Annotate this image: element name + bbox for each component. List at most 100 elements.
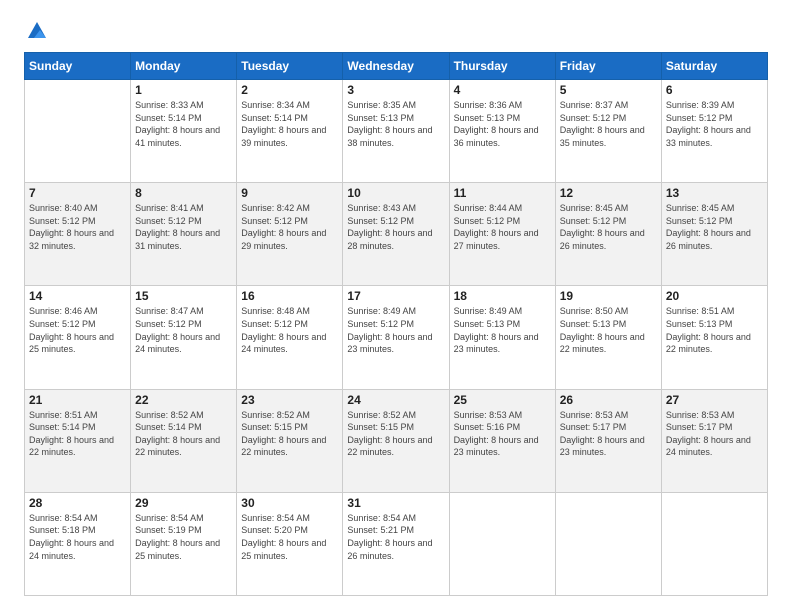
calendar-cell: 1Sunrise: 8:33 AMSunset: 5:14 PMDaylight… (131, 80, 237, 183)
calendar-cell: 30Sunrise: 8:54 AMSunset: 5:20 PMDayligh… (237, 492, 343, 595)
day-number: 16 (241, 289, 338, 303)
weekday-header-sunday: Sunday (25, 53, 131, 80)
day-number: 6 (666, 83, 763, 97)
calendar-cell: 17 Sunrise: 8:49 AMSunset: 5:12 PMDayligh… (343, 286, 449, 389)
logo-icon (26, 20, 48, 42)
calendar-cell: 9Sunrise: 8:42 AMSunset: 5:12 PMDaylight… (237, 183, 343, 286)
calendar-header-row: SundayMondayTuesdayWednesdayThursdayFrid… (25, 53, 768, 80)
calendar-cell: 12Sunrise: 8:45 AMSunset: 5:12 PMDayligh… (555, 183, 661, 286)
calendar-cell: 29 Sunrise: 8:54 AMSunset: 5:19 PMDayligh… (131, 492, 237, 595)
day-info: Sunrise: 8:47 AMSunset: 5:12 PMDaylight:… (135, 305, 232, 355)
logo (24, 20, 48, 42)
calendar-cell: 18 Sunrise: 8:49 AMSunset: 5:13 PMDayligh… (449, 286, 555, 389)
day-number: 4 (454, 83, 551, 97)
day-number: 8 (135, 186, 232, 200)
day-info: Sunrise: 8:43 AMSunset: 5:12 PMDaylight:… (347, 202, 444, 252)
day-info: Sunrise: 8:44 AMSunset: 5:12 PMDaylight:… (454, 202, 551, 252)
calendar-cell: 2 Sunrise: 8:34 AMSunset: 5:14 PMDaylight… (237, 80, 343, 183)
day-number: 10 (347, 186, 444, 200)
day-number: 23 (241, 393, 338, 407)
day-info: Sunrise: 8:53 AMSunset: 5:17 PMDaylight:… (666, 409, 763, 459)
day-info: Sunrise: 8:48 AMSunset: 5:12 PMDaylight:… (241, 305, 338, 355)
weekday-header-tuesday: Tuesday (237, 53, 343, 80)
day-info: Sunrise: 8:51 AMSunset: 5:13 PMDaylight:… (666, 305, 763, 355)
day-info: Sunrise: 8:53 AMSunset: 5:17 PMDaylight:… (560, 409, 657, 459)
day-number: 28 (29, 496, 126, 510)
day-number: 29 (135, 496, 232, 510)
day-info: Sunrise: 8:46 AMSunset: 5:12 PMDaylight:… (29, 305, 126, 355)
calendar-cell: 26 Sunrise: 8:53 AMSunset: 5:17 PMDayligh… (555, 389, 661, 492)
day-info: Sunrise: 8:54 AMSunset: 5:20 PMDaylight:… (241, 512, 338, 562)
day-number: 21 (29, 393, 126, 407)
calendar-cell: 22Sunrise: 8:52 AMSunset: 5:14 PMDayligh… (131, 389, 237, 492)
day-number: 17 (347, 289, 444, 303)
day-info: Sunrise: 8:39 AMSunset: 5:12 PMDaylight:… (666, 99, 763, 149)
day-number: 18 (454, 289, 551, 303)
calendar-cell (25, 80, 131, 183)
weekday-header-saturday: Saturday (661, 53, 767, 80)
calendar-cell: 13 Sunrise: 8:45 AMSunset: 5:12 PMDayligh… (661, 183, 767, 286)
day-number: 31 (347, 496, 444, 510)
day-number: 15 (135, 289, 232, 303)
calendar-cell: 6 Sunrise: 8:39 AMSunset: 5:12 PMDaylight… (661, 80, 767, 183)
day-number: 13 (666, 186, 763, 200)
day-info: Sunrise: 8:35 AMSunset: 5:13 PMDaylight:… (347, 99, 444, 149)
day-number: 11 (454, 186, 551, 200)
calendar-cell: 27 Sunrise: 8:53 AMSunset: 5:17 PMDayligh… (661, 389, 767, 492)
day-info: Sunrise: 8:34 AMSunset: 5:14 PMDaylight:… (241, 99, 338, 149)
day-number: 7 (29, 186, 126, 200)
calendar-cell: 19 Sunrise: 8:50 AMSunset: 5:13 PMDayligh… (555, 286, 661, 389)
calendar-cell (661, 492, 767, 595)
day-number: 27 (666, 393, 763, 407)
day-info: Sunrise: 8:54 AMSunset: 5:19 PMDaylight:… (135, 512, 232, 562)
day-info: Sunrise: 8:50 AMSunset: 5:13 PMDaylight:… (560, 305, 657, 355)
weekday-header-wednesday: Wednesday (343, 53, 449, 80)
day-info: Sunrise: 8:52 AMSunset: 5:15 PMDaylight:… (241, 409, 338, 459)
calendar-cell: 24 Sunrise: 8:52 AMSunset: 5:15 PMDayligh… (343, 389, 449, 492)
header (24, 20, 768, 42)
day-info: Sunrise: 8:53 AMSunset: 5:16 PMDaylight:… (454, 409, 551, 459)
day-number: 3 (347, 83, 444, 97)
calendar-week-row: 28 Sunrise: 8:54 AMSunset: 5:18 PMDayligh… (25, 492, 768, 595)
calendar-cell (555, 492, 661, 595)
day-info: Sunrise: 8:51 AMSunset: 5:14 PMDaylight:… (29, 409, 126, 459)
calendar-cell: 11 Sunrise: 8:44 AMSunset: 5:12 PMDayligh… (449, 183, 555, 286)
calendar-cell: 16 Sunrise: 8:48 AMSunset: 5:12 PMDayligh… (237, 286, 343, 389)
calendar-cell: 10 Sunrise: 8:43 AMSunset: 5:12 PMDayligh… (343, 183, 449, 286)
calendar-table: SundayMondayTuesdayWednesdayThursdayFrid… (24, 52, 768, 596)
day-info: Sunrise: 8:37 AMSunset: 5:12 PMDaylight:… (560, 99, 657, 149)
calendar-week-row: 7 Sunrise: 8:40 AMSunset: 5:12 PMDaylight… (25, 183, 768, 286)
calendar-cell: 20 Sunrise: 8:51 AMSunset: 5:13 PMDayligh… (661, 286, 767, 389)
calendar-cell: 8Sunrise: 8:41 AMSunset: 5:12 PMDaylight… (131, 183, 237, 286)
calendar-week-row: 1Sunrise: 8:33 AMSunset: 5:14 PMDaylight… (25, 80, 768, 183)
day-number: 14 (29, 289, 126, 303)
day-info: Sunrise: 8:45 AMSunset: 5:12 PMDaylight:… (666, 202, 763, 252)
day-info: Sunrise: 8:54 AMSunset: 5:21 PMDaylight:… (347, 512, 444, 562)
weekday-header-friday: Friday (555, 53, 661, 80)
calendar-cell: 31 Sunrise: 8:54 AMSunset: 5:21 PMDayligh… (343, 492, 449, 595)
day-info: Sunrise: 8:49 AMSunset: 5:12 PMDaylight:… (347, 305, 444, 355)
calendar-cell: 3 Sunrise: 8:35 AMSunset: 5:13 PMDaylight… (343, 80, 449, 183)
calendar-cell: 15 Sunrise: 8:47 AMSunset: 5:12 PMDayligh… (131, 286, 237, 389)
day-info: Sunrise: 8:36 AMSunset: 5:13 PMDaylight:… (454, 99, 551, 149)
calendar-cell (449, 492, 555, 595)
day-info: Sunrise: 8:40 AMSunset: 5:12 PMDaylight:… (29, 202, 126, 252)
calendar-week-row: 21 Sunrise: 8:51 AMSunset: 5:14 PMDayligh… (25, 389, 768, 492)
day-number: 2 (241, 83, 338, 97)
day-info: Sunrise: 8:42 AMSunset: 5:12 PMDaylight:… (241, 202, 338, 252)
day-number: 25 (454, 393, 551, 407)
calendar-cell: 25 Sunrise: 8:53 AMSunset: 5:16 PMDayligh… (449, 389, 555, 492)
page: SundayMondayTuesdayWednesdayThursdayFrid… (0, 0, 792, 612)
calendar-cell: 5Sunrise: 8:37 AMSunset: 5:12 PMDaylight… (555, 80, 661, 183)
day-info: Sunrise: 8:52 AMSunset: 5:15 PMDaylight:… (347, 409, 444, 459)
day-number: 20 (666, 289, 763, 303)
calendar-cell: 4 Sunrise: 8:36 AMSunset: 5:13 PMDaylight… (449, 80, 555, 183)
day-number: 24 (347, 393, 444, 407)
day-info: Sunrise: 8:49 AMSunset: 5:13 PMDaylight:… (454, 305, 551, 355)
day-number: 26 (560, 393, 657, 407)
weekday-header-monday: Monday (131, 53, 237, 80)
day-info: Sunrise: 8:45 AMSunset: 5:12 PMDaylight:… (560, 202, 657, 252)
calendar-week-row: 14 Sunrise: 8:46 AMSunset: 5:12 PMDayligh… (25, 286, 768, 389)
day-info: Sunrise: 8:54 AMSunset: 5:18 PMDaylight:… (29, 512, 126, 562)
day-number: 19 (560, 289, 657, 303)
